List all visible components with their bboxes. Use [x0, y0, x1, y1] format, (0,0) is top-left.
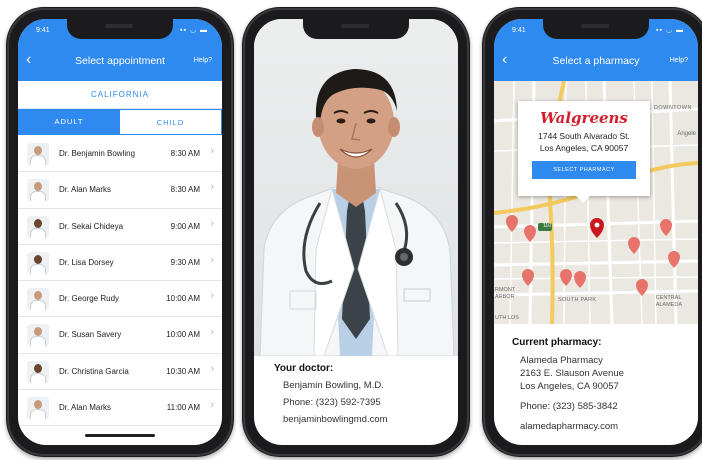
- pharmacy-website[interactable]: alamedapharmacy.com: [520, 420, 624, 433]
- callout-address: 1744 South Alvarado St. Los Angeles, CA …: [518, 130, 650, 154]
- status-time: 9:41: [512, 27, 526, 34]
- doctor-photo: [254, 19, 458, 356]
- doctor-name: Dr. George Rudy: [59, 294, 120, 304]
- avatar: [27, 288, 49, 311]
- screen-appointments: 9:41 ▪▪ ◡ ▬ ‹ Select appointment Help? C…: [18, 19, 222, 445]
- current-pharmacy: Current pharmacy: Alameda Pharmacy 2163 …: [512, 337, 624, 433]
- avatar: [27, 360, 49, 383]
- doctor-name: Dr. Sekai Chideya: [59, 221, 124, 231]
- home-indicator: [85, 434, 155, 437]
- screen-doctor-profile: Your doctor: Benjamin Bowling, M.D. Phon…: [254, 19, 458, 445]
- appointment-time: 9:30 AM: [170, 257, 200, 267]
- pharmacy-city: Los Angeles, CA 90057: [520, 381, 619, 392]
- appointment-time: 11:00 AM: [166, 403, 200, 413]
- appointment-time: 8:30 AM: [170, 149, 200, 158]
- phone-doctor-profile: Your doctor: Benjamin Bowling, M.D. Phon…: [242, 7, 470, 457]
- avatar: [27, 397, 49, 420]
- chevron-right-icon: ›: [210, 145, 214, 157]
- chevron-right-icon: ›: [210, 362, 214, 375]
- help-link[interactable]: Help?: [670, 57, 688, 64]
- map-label-south-park: SOUTH PARK: [558, 297, 597, 303]
- doctor-row[interactable]: Dr. Sekai Chideya 9:00 AM ›: [18, 209, 222, 245]
- pharmacy-callout: Walgreens 1744 South Alvarado St. Los An…: [518, 101, 650, 203]
- help-link[interactable]: Help?: [194, 57, 212, 64]
- doctor-website[interactable]: benjaminbowlingmd.com: [283, 414, 388, 425]
- page-title: Select appointment: [75, 55, 165, 67]
- select-pharmacy-button[interactable]: SELECT PHARMACY: [532, 161, 636, 179]
- doctor-row[interactable]: Dr. George Rudy 10:00 AM ›: [18, 281, 222, 318]
- appointment-time: 10:30 AM: [166, 366, 200, 376]
- avatar: [27, 143, 49, 165]
- avatar: [27, 179, 49, 202]
- walgreens-logo: Walgreens: [540, 109, 628, 127]
- status-time: 9:41: [36, 27, 50, 34]
- phone-pharmacy: 9:41 ▪▪ ◡ ▬ ‹ Select a pharmacy Help? DO…: [482, 7, 702, 457]
- doctor-info: Your doctor: Benjamin Bowling, M.D. Phon…: [274, 363, 388, 431]
- appointment-time: 8:30 AM: [170, 185, 200, 195]
- current-pharmacy-label: Current pharmacy:: [512, 337, 602, 348]
- notch: [67, 19, 173, 39]
- pharmacy-name: Alameda Pharmacy: [520, 355, 603, 366]
- status-icons: ▪▪ ◡ ▬: [656, 27, 684, 34]
- doctor-row[interactable]: Dr. Susan Savery 10:00 AM ›: [18, 317, 222, 354]
- doctor-row[interactable]: Dr. Benjamin Bowling 8:30 AM ›: [18, 136, 222, 173]
- doctor-row[interactable]: Dr. Lisa Dorsey 9:30 AM ›: [18, 245, 222, 282]
- doctor-row[interactable]: Dr. Alan Marks 11:00 AM ›: [18, 390, 222, 427]
- tab-adult[interactable]: ADULT: [18, 109, 120, 135]
- state-selector[interactable]: CALIFORNIA: [18, 81, 222, 109]
- chevron-right-icon: ›: [210, 217, 214, 230]
- chevron-right-icon: ›: [210, 181, 214, 194]
- chevron-right-icon: ›: [210, 326, 214, 339]
- doctor-portrait-illustration: [259, 69, 455, 356]
- page-title: Select a pharmacy: [552, 55, 640, 67]
- screen-pharmacy: 9:41 ▪▪ ◡ ▬ ‹ Select a pharmacy Help? DO…: [494, 19, 698, 445]
- callout-address-street: 1744 South Alvarado St.: [538, 131, 630, 141]
- avatar: [27, 215, 49, 238]
- chevron-right-icon: ›: [210, 253, 214, 266]
- avatar: [27, 251, 49, 274]
- appointment-time: 9:00 AM: [170, 221, 200, 231]
- doctor-name: Benjamin Bowling, M.D.: [283, 380, 384, 391]
- map-label-downtown: DOWNTOWN: [653, 105, 692, 111]
- appointment-time: 10:00 AM: [166, 294, 200, 304]
- map-label-south-los: UTH LOS: [495, 315, 519, 321]
- age-segmented-control: ADULT CHILD: [18, 109, 222, 135]
- doctor-name: Dr. Benjamin Bowling: [59, 149, 136, 158]
- doctor-name: Dr. Alan Marks: [59, 185, 112, 195]
- pharmacy-street: 2163 E. Slauson Avenue: [520, 368, 624, 379]
- appointment-time: 10:00 AM: [166, 330, 200, 340]
- highway-shield-label: 110: [543, 223, 551, 229]
- your-doctor-label: Your doctor:: [274, 363, 334, 374]
- map-label-harbor: RMONT ARBOR: [495, 287, 516, 300]
- pharmacy-map[interactable]: DOWNTOWN Angele SOUTH PARK CENTRAL ALAME…: [494, 81, 698, 324]
- pharmacy-phone[interactable]: Phone: (323) 585-3842: [520, 400, 624, 413]
- doctor-name: Dr. Alan Marks: [59, 403, 112, 413]
- doctor-name: Dr. Susan Savery: [59, 330, 122, 340]
- avatar: [27, 324, 49, 347]
- tab-child[interactable]: CHILD: [120, 109, 222, 135]
- map-label-angeles: Angele: [677, 131, 696, 137]
- doctor-list: Dr. Benjamin Bowling 8:30 AM › Dr. Alan …: [18, 136, 222, 427]
- chevron-right-icon: ›: [210, 399, 214, 412]
- doctor-name: Dr. Christina Garcia: [59, 366, 129, 376]
- chevron-right-icon: ›: [210, 290, 214, 303]
- doctor-name: Dr. Lisa Dorsey: [59, 257, 114, 267]
- home-indicator: [561, 434, 631, 437]
- phone-appointments: 9:41 ▪▪ ◡ ▬ ‹ Select appointment Help? C…: [6, 7, 234, 457]
- map-label-central-alameda: CENTRAL ALAMEDA: [655, 295, 682, 308]
- doctor-row[interactable]: Dr. Christina Garcia 10:30 AM ›: [18, 354, 222, 391]
- notch: [303, 19, 409, 39]
- notch: [543, 19, 649, 39]
- status-icons: ▪▪ ◡ ▬: [180, 27, 208, 34]
- doctor-row[interactable]: Dr. Alan Marks 8:30 AM ›: [18, 172, 222, 209]
- doctor-phone[interactable]: Phone: (323) 592-7395: [283, 397, 388, 408]
- callout-address-city: Los Angeles, CA 90057: [539, 143, 629, 153]
